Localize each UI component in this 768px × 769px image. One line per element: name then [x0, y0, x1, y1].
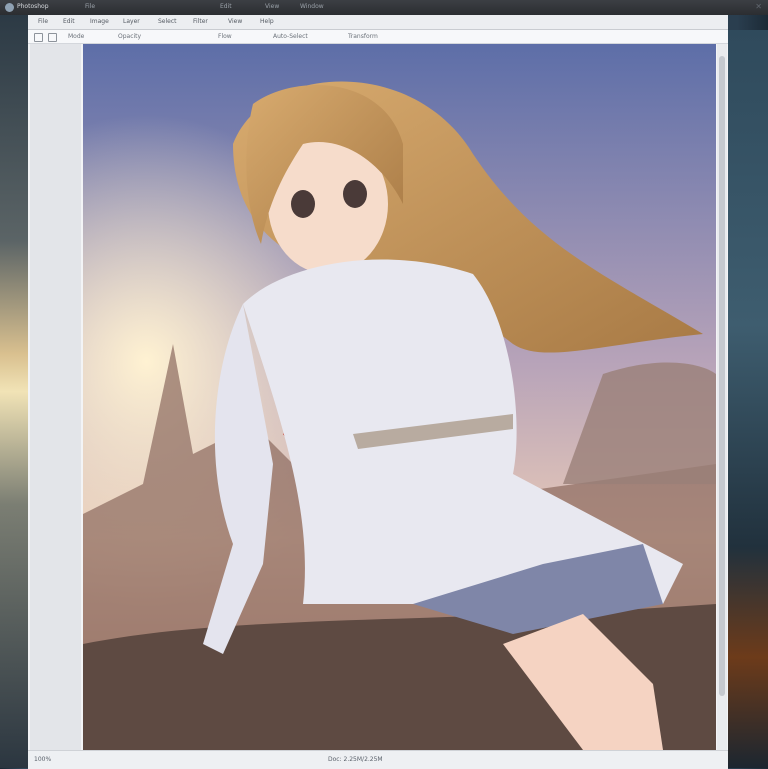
- scroll-thumb[interactable]: [719, 56, 725, 696]
- toolbar-label: Mode: [68, 33, 85, 40]
- menu-item-view[interactable]: View: [228, 18, 242, 25]
- right-eye: [343, 180, 367, 208]
- toolbar-label: Flow: [218, 33, 232, 40]
- close-icon[interactable]: ✕: [755, 2, 762, 11]
- left-panel: [30, 44, 81, 750]
- zoom-level: 100%: [34, 756, 52, 763]
- title-segment[interactable]: Window: [300, 3, 324, 10]
- canvas-area[interactable]: [83, 44, 716, 750]
- document-info: Doc: 2.25M/2.25M: [328, 756, 383, 763]
- title-segment[interactable]: View: [265, 3, 279, 10]
- status-bar: 100% Doc: 2.25M/2.25M: [28, 750, 728, 769]
- title-segment[interactable]: File: [85, 3, 95, 10]
- menu-bar: File Edit Image Layer Select Filter View…: [28, 15, 728, 30]
- toolbar-label[interactable]: Transform: [348, 33, 378, 40]
- toolbar-label: Opacity: [118, 33, 142, 40]
- title-segment[interactable]: Edit: [220, 3, 232, 10]
- background-blur-right: [728, 30, 768, 768]
- artwork-canvas: [83, 44, 716, 750]
- left-eye: [291, 190, 315, 218]
- vertical-scrollbar[interactable]: [717, 44, 727, 750]
- app-icon: [5, 3, 14, 12]
- menu-item-select[interactable]: Select: [158, 18, 177, 25]
- menu-item-edit[interactable]: Edit: [63, 18, 75, 25]
- tool-icon[interactable]: [48, 33, 57, 42]
- menu-item-layer[interactable]: Layer: [123, 18, 140, 25]
- title-bar: Photoshop File Edit View Window ✕: [0, 0, 768, 15]
- app-title: Photoshop: [17, 3, 49, 10]
- menu-item-image[interactable]: Image: [90, 18, 109, 25]
- background-blur-left: [0, 15, 28, 768]
- toolbar-label[interactable]: Auto-Select: [273, 33, 308, 40]
- menu-item-file[interactable]: File: [38, 18, 48, 25]
- menu-item-help[interactable]: Help: [260, 18, 274, 25]
- menu-item-filter[interactable]: Filter: [193, 18, 208, 25]
- tool-icon[interactable]: [34, 33, 43, 42]
- editor-window: File Edit Image Layer Select Filter View…: [28, 15, 728, 769]
- options-toolbar: Mode Opacity Flow Auto-Select Transform: [28, 30, 728, 44]
